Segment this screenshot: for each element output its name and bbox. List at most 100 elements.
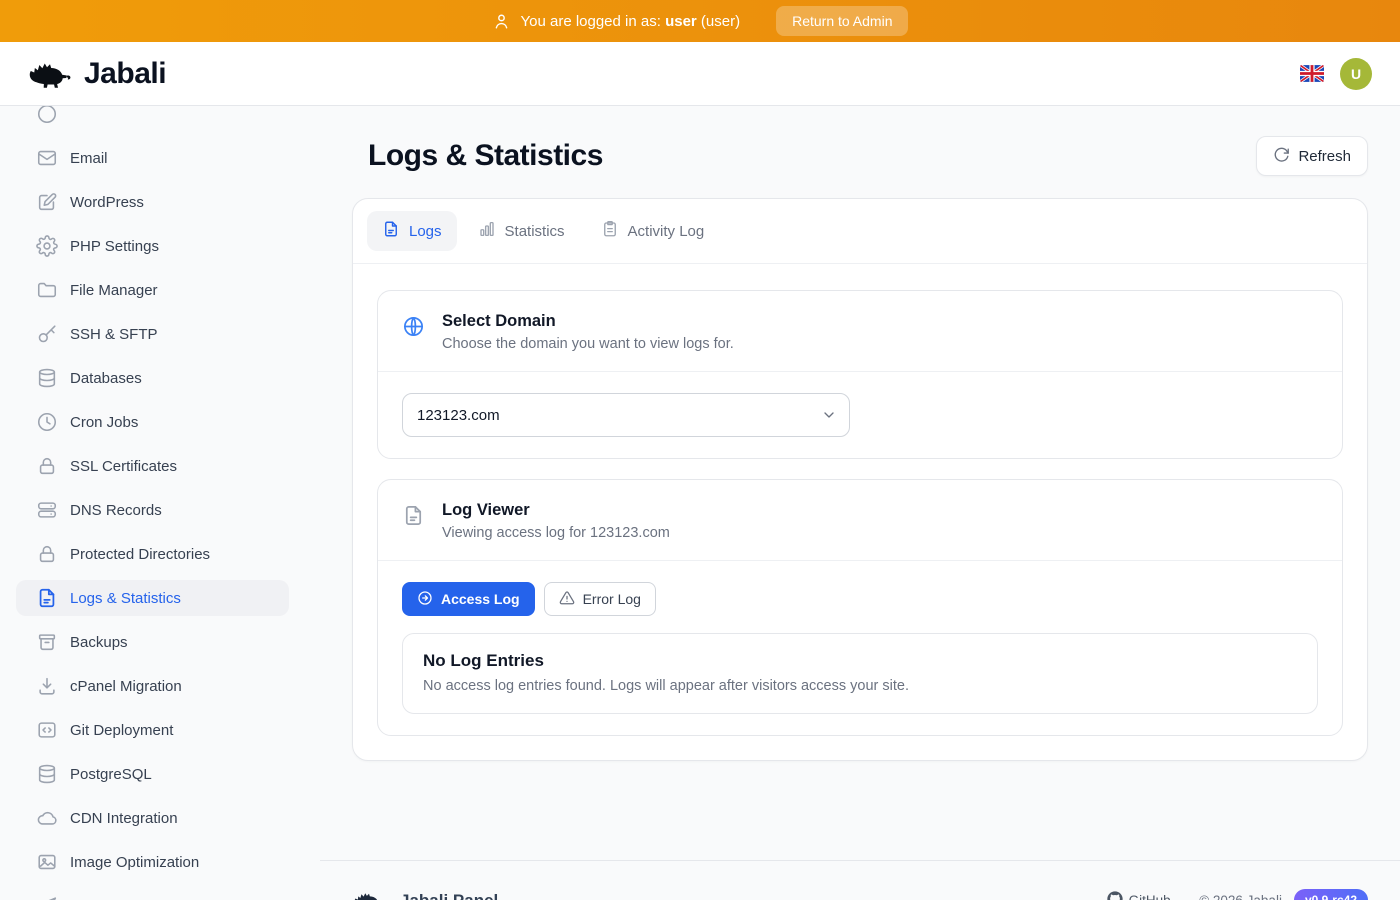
tab-label: Statistics <box>505 223 565 240</box>
sidebar-item-postgresql[interactable]: PostgreSQL <box>16 756 289 792</box>
sidebar-item-email[interactable]: Email <box>16 140 289 176</box>
tab-statistics[interactable]: Statistics <box>463 211 580 251</box>
log-viewer-subtitle: Viewing access log for 123123.com <box>442 525 670 541</box>
lock-icon <box>36 455 58 477</box>
app-header: Jabali U <box>0 42 1400 106</box>
select-domain-card: Select Domain Choose the domain you want… <box>377 290 1343 459</box>
sidebar-item-git-deployment[interactable]: Git Deployment <box>16 712 289 748</box>
sidebar-item-label: PHP Settings <box>70 238 159 255</box>
sidebar-item-label: Git Deployment <box>70 722 173 739</box>
sidebar-item-cpanel-migration[interactable]: cPanel Migration <box>16 668 289 704</box>
sidebar-item-file-manager[interactable]: File Manager <box>16 272 289 308</box>
user-icon <box>492 12 511 31</box>
globe-icon <box>402 315 425 352</box>
sidebar-item-label: Cron Jobs <box>70 414 138 431</box>
brand-title: Jabali <box>84 57 166 91</box>
refresh-button[interactable]: Refresh <box>1256 136 1368 176</box>
cloud-icon <box>36 807 58 829</box>
gear-icon <box>36 235 58 257</box>
download-icon <box>36 675 58 697</box>
access-log-button[interactable]: Access Log <box>402 582 535 616</box>
alert-triangle-icon <box>559 590 575 609</box>
folder-icon <box>36 279 58 301</box>
dot-separator: · <box>1183 893 1188 900</box>
sidebar-item-cdn-integration[interactable]: CDN Integration <box>16 800 289 836</box>
file-text-icon <box>382 220 400 242</box>
sidebar-item-protected-directories[interactable]: Protected Directories <box>16 536 289 572</box>
database-icon <box>36 367 58 389</box>
empty-state-title: No Log Entries <box>423 651 1297 671</box>
sidebar-item-label: File Manager <box>70 282 158 299</box>
no-log-entries-box: No Log Entries No access log entries fou… <box>402 633 1318 714</box>
key-icon <box>36 323 58 345</box>
sidebar-item-php-settings[interactable]: PHP Settings <box>16 228 289 264</box>
sidebar-item-image-optimization[interactable]: Image Optimization <box>16 844 289 880</box>
sidebar-item-ssh-sftp[interactable]: SSH & SFTP <box>16 316 289 352</box>
sidebar-item-label: Databases <box>70 370 142 387</box>
sidebar-item-wordpress[interactable]: WordPress <box>16 184 289 220</box>
edit-icon <box>36 191 58 213</box>
sidebar-item-label: Protected Directories <box>70 546 210 563</box>
sidebar-item-databases[interactable]: Databases <box>16 360 289 396</box>
clipboard-icon <box>601 220 619 242</box>
sidebar-item-ssl-certificates[interactable]: SSL Certificates <box>16 448 289 484</box>
empty-state-message: No access log entries found. Logs will a… <box>423 678 1297 694</box>
copyright-text: © 2026 Jabali <box>1199 893 1282 900</box>
logged-in-username: user <box>665 13 697 30</box>
refresh-label: Refresh <box>1298 148 1351 165</box>
sidebar-item-clipped[interactable] <box>16 106 289 132</box>
sidebar-item-label: SSL Certificates <box>70 458 177 475</box>
log-viewer-title: Log Viewer <box>442 501 670 520</box>
sidebar-item-label: CDN Integration <box>70 810 178 827</box>
file-text-icon <box>402 504 425 541</box>
sidebar-item-backups[interactable]: Backups <box>16 624 289 660</box>
sidebar-item-logs-statistics[interactable]: Logs & Statistics <box>16 580 289 616</box>
lock-icon <box>36 543 58 565</box>
sidebar-item-label: cPanel Migration <box>70 678 182 695</box>
database-icon <box>36 763 58 785</box>
select-domain-subtitle: Choose the domain you want to view logs … <box>442 336 734 352</box>
tab-label: Logs <box>409 223 442 240</box>
user-avatar[interactable]: U <box>1340 58 1372 90</box>
page-title: Logs & Statistics <box>368 139 603 173</box>
file-text-icon <box>36 587 58 609</box>
tab-bar: Logs Statistics Activity Log <box>353 199 1367 264</box>
clipped-menu-icon <box>36 106 58 125</box>
tab-logs[interactable]: Logs <box>367 211 457 251</box>
tab-label: Activity Log <box>628 223 705 240</box>
sidebar-item-mailing-lists[interactable]: Mailing Lists <box>16 888 289 900</box>
github-link[interactable]: GitHub <box>1107 891 1171 900</box>
boar-logo-icon <box>352 886 386 900</box>
boar-logo-icon <box>26 53 74 94</box>
tab-activity-log[interactable]: Activity Log <box>586 211 720 251</box>
version-badge: v0.9-rc42 <box>1294 889 1368 900</box>
language-flag-icon[interactable] <box>1300 65 1324 82</box>
main-content: Logs & Statistics Refresh Logs <box>320 106 1400 900</box>
sidebar-item-cron-jobs[interactable]: Cron Jobs <box>16 404 289 440</box>
select-domain-title: Select Domain <box>442 312 734 331</box>
bar-chart-icon <box>478 220 496 242</box>
domain-select[interactable]: 123123.com <box>402 393 850 437</box>
mail-icon <box>36 147 58 169</box>
refresh-icon <box>1273 146 1290 167</box>
github-label: GitHub <box>1129 893 1171 900</box>
logged-in-role: (user) <box>701 13 740 30</box>
access-log-label: Access Log <box>441 591 520 607</box>
sidebar-item-label: Image Optimization <box>70 854 199 871</box>
brand: Jabali <box>26 53 166 94</box>
sidebar-item-dns-records[interactable]: DNS Records <box>16 492 289 528</box>
sidebar-item-label: Email <box>70 150 108 167</box>
return-to-admin-button[interactable]: Return to Admin <box>776 6 908 36</box>
error-log-label: Error Log <box>583 591 641 607</box>
impersonation-bar: You are logged in as: user (user) Return… <box>0 0 1400 42</box>
error-log-button[interactable]: Error Log <box>544 582 656 616</box>
sidebar-item-label: SSH & SFTP <box>70 326 158 343</box>
sidebar-item-label: PostgreSQL <box>70 766 152 783</box>
sidebar-item-label: DNS Records <box>70 502 162 519</box>
code-icon <box>36 719 58 741</box>
arrow-right-circle-icon <box>417 590 433 609</box>
log-viewer-card: Log Viewer Viewing access log for 123123… <box>377 479 1343 736</box>
logs-panel: Logs Statistics Activity Log <box>352 198 1368 761</box>
sidebar-item-label: WordPress <box>70 194 144 211</box>
footer-brand-name: Jabali Panel <box>400 891 498 900</box>
